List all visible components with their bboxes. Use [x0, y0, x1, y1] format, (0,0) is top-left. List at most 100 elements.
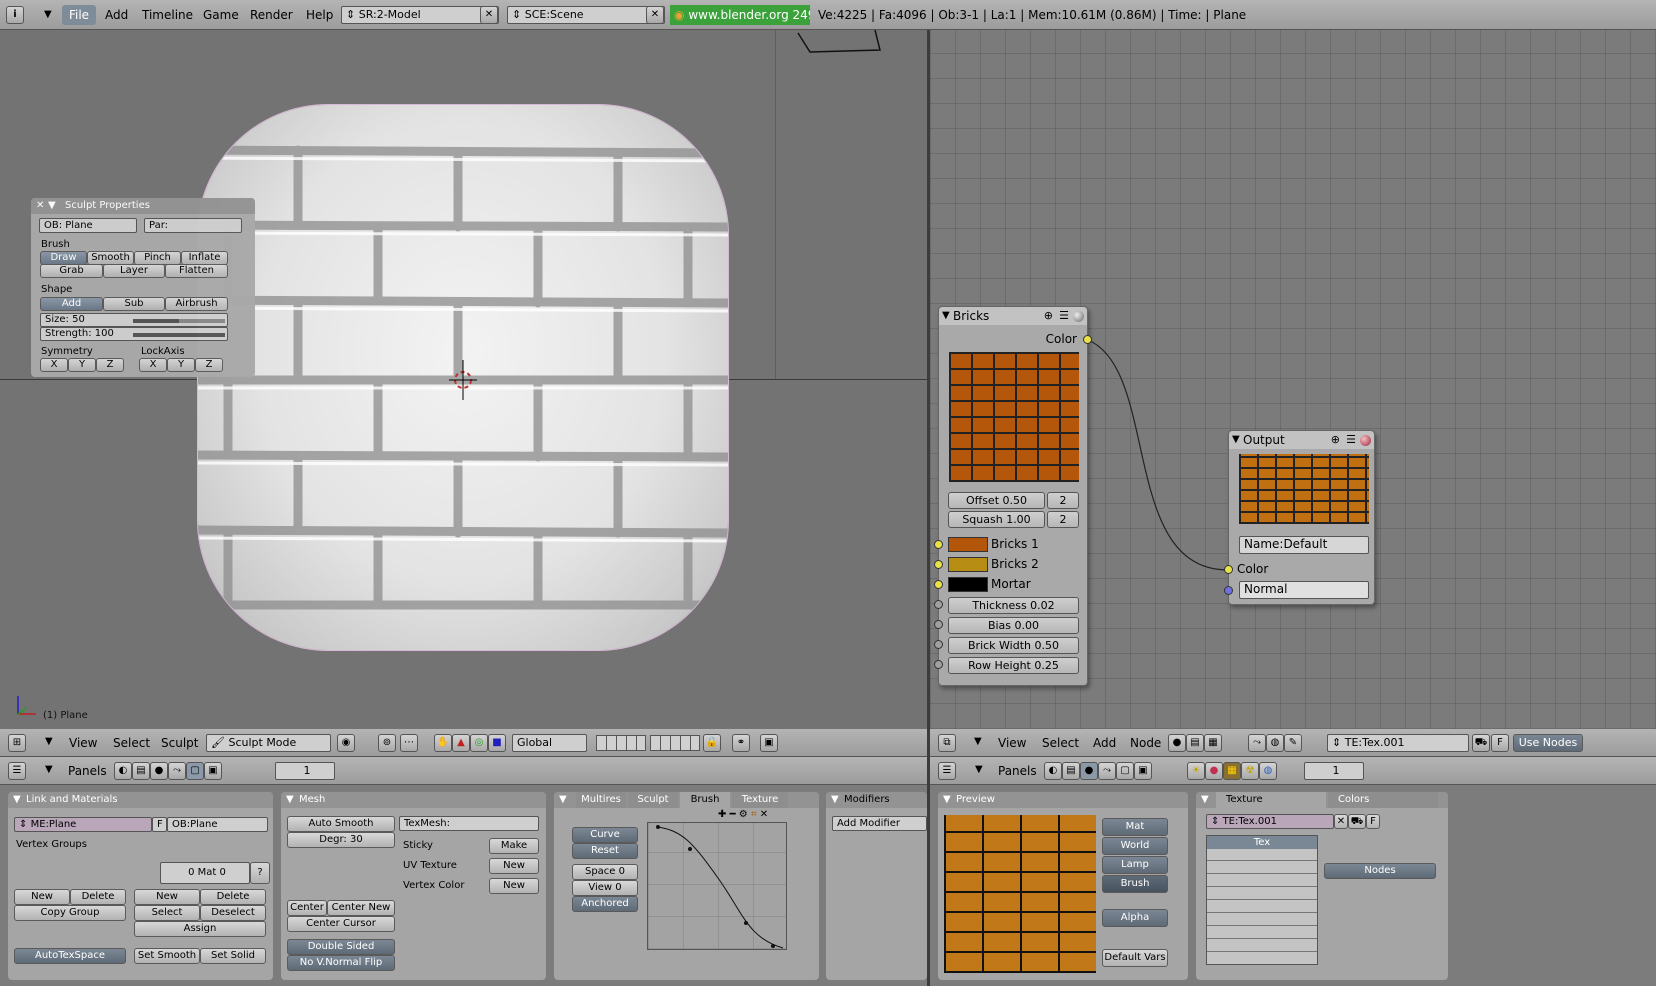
- frame-field[interactable]: 1: [275, 762, 335, 780]
- reset-button[interactable]: Reset: [572, 843, 638, 859]
- tool-icon[interactable]: ⚙: [739, 809, 748, 820]
- output-color-socket[interactable]: [1224, 565, 1233, 574]
- panels-menu[interactable]: Panels: [68, 757, 107, 785]
- object-icon[interactable]: ⤳: [168, 762, 186, 780]
- pivot-icon[interactable]: ⊚: [378, 734, 396, 752]
- scale-icon[interactable]: ■: [488, 734, 506, 752]
- center-cursor-button[interactable]: Center Cursor: [287, 916, 395, 932]
- fake-user-button[interactable]: ⛟: [1348, 814, 1366, 829]
- material-delete-button[interactable]: Delete: [200, 889, 266, 905]
- radiosity-icon[interactable]: ☢: [1241, 762, 1259, 780]
- tab-brush[interactable]: Brush: [680, 792, 730, 808]
- sphere-icon[interactable]: [1360, 435, 1371, 446]
- link-icon[interactable]: ⚭: [732, 734, 750, 752]
- brush-icon[interactable]: ✎: [1284, 734, 1302, 752]
- autotexspace-button[interactable]: AutoTexSpace: [14, 948, 126, 964]
- shape-add-button[interactable]: Add: [40, 297, 103, 311]
- mesh-panel-header[interactable]: ▼ Mesh: [281, 792, 546, 808]
- shading-icon[interactable]: ●: [150, 762, 168, 780]
- vgroup-new-button[interactable]: New: [14, 889, 70, 905]
- row-height-field[interactable]: Row Height 0.25: [948, 657, 1079, 674]
- brush-grab-button[interactable]: Grab: [40, 264, 103, 278]
- close-icon[interactable]: ✕: [36, 198, 44, 214]
- texture-channel-list[interactable]: Tex: [1206, 835, 1318, 965]
- collapse-icon[interactable]: ▼: [831, 792, 839, 808]
- mortar-color-swatch[interactable]: [948, 577, 988, 592]
- strength-slider[interactable]: Strength: 100: [40, 327, 228, 341]
- collapse-icon[interactable]: ▼: [559, 792, 567, 808]
- rotate-icon[interactable]: ◎: [470, 734, 488, 752]
- tab-texture[interactable]: Texture: [732, 792, 788, 808]
- shape-sub-button[interactable]: Sub: [103, 297, 165, 311]
- menu-add[interactable]: Add: [105, 0, 128, 30]
- mortar-socket[interactable]: [934, 580, 943, 589]
- collapse-icon[interactable]: ▼: [1201, 792, 1209, 808]
- bricks1-color-swatch[interactable]: [948, 537, 988, 552]
- zoom-out-icon[interactable]: ━: [730, 809, 736, 820]
- brick-width-socket[interactable]: [934, 640, 943, 649]
- composite-nodes-icon[interactable]: ▤: [1186, 734, 1204, 752]
- bricks-output-socket[interactable]: [1083, 335, 1092, 344]
- menu-view[interactable]: View: [998, 729, 1026, 757]
- modifiers-panel-header[interactable]: ▼ Modifiers: [826, 792, 927, 808]
- fake-user-icon[interactable]: ⛟: [1472, 734, 1490, 752]
- collapse-icon[interactable]: ▼: [1232, 431, 1240, 449]
- lamp-icon[interactable]: ☀: [1187, 762, 1205, 780]
- menu-add[interactable]: Add: [1093, 729, 1116, 757]
- set-smooth-button[interactable]: Set Smooth: [134, 948, 200, 964]
- node-editor-type-icon[interactable]: ⧉: [938, 734, 956, 752]
- tab-texture[interactable]: Texture: [1216, 792, 1326, 808]
- symmetry-z-button[interactable]: Z: [96, 358, 124, 372]
- preview-lamp-button[interactable]: Lamp: [1102, 856, 1168, 874]
- preview-mat-button[interactable]: Mat: [1102, 818, 1168, 836]
- output-node[interactable]: ▼ Output ⊕ ☰ Name:Default Color Normal: [1224, 430, 1375, 605]
- view-field[interactable]: View 0: [572, 880, 638, 896]
- menu-game[interactable]: Game: [203, 0, 239, 30]
- scene-icon[interactable]: ▣: [204, 762, 222, 780]
- menu-timeline[interactable]: Timeline: [142, 0, 193, 30]
- squash-field[interactable]: Squash 1.00: [948, 511, 1045, 528]
- lock-y-button[interactable]: Y: [167, 358, 195, 372]
- 3d-cursor-icon[interactable]: [449, 360, 477, 400]
- logic-icon[interactable]: ◐: [1044, 762, 1062, 780]
- material-assign-button[interactable]: Assign: [134, 921, 266, 937]
- chevron-down-icon[interactable]: ▼: [45, 736, 53, 747]
- tab-multires[interactable]: Multires: [576, 792, 626, 808]
- brush-layer-button[interactable]: Layer: [103, 264, 165, 278]
- size-slider[interactable]: Size: 50: [40, 313, 228, 327]
- hand-icon[interactable]: ✋: [434, 734, 452, 752]
- screen-selector[interactable]: ⇕ SR:2-Model: [341, 6, 499, 24]
- collapse-icon[interactable]: ▼: [943, 792, 951, 808]
- chevron-down-icon[interactable]: ▼: [45, 764, 53, 775]
- buttons-type-icon[interactable]: ☰: [938, 762, 956, 780]
- tab-sculpt[interactable]: Sculpt: [628, 792, 678, 808]
- tab-colors[interactable]: Colors: [1328, 792, 1438, 808]
- copy-group-button[interactable]: Copy Group: [14, 905, 126, 921]
- auto-smooth-button[interactable]: Auto Smooth: [287, 816, 395, 832]
- lock-z-button[interactable]: Z: [195, 358, 223, 372]
- thickness-field[interactable]: Thickness 0.02: [948, 597, 1079, 614]
- plus-icon[interactable]: ⊕: [1044, 307, 1053, 325]
- material-new-button[interactable]: New: [134, 889, 200, 905]
- panels-menu[interactable]: Panels: [998, 757, 1037, 785]
- sticky-make-button[interactable]: Make: [489, 838, 539, 854]
- render-icon[interactable]: ▣: [760, 734, 778, 752]
- vcol-new-button[interactable]: New: [489, 878, 539, 894]
- texmesh-field[interactable]: TexMesh:: [399, 816, 539, 831]
- frame-field[interactable]: 1: [1304, 762, 1364, 780]
- lock-icon[interactable]: 🔒: [703, 734, 721, 752]
- collapse-icon[interactable]: ▼: [13, 792, 21, 808]
- close-icon[interactable]: ✕: [646, 6, 664, 24]
- mesh-name-field[interactable]: ⇕ ME:Plane: [14, 817, 152, 832]
- set-solid-button[interactable]: Set Solid: [200, 948, 266, 964]
- bricks-node-header[interactable]: ▼ Bricks ⊕ ☰: [939, 307, 1087, 325]
- bricks1-socket[interactable]: [934, 540, 943, 549]
- mode-selector[interactable]: 🖌 Sculpt Mode: [206, 734, 331, 752]
- link-materials-header[interactable]: ▼ Link and Materials: [8, 792, 273, 808]
- space-field[interactable]: Space 0: [572, 864, 638, 880]
- menu-select[interactable]: Select: [113, 729, 150, 757]
- sphere-icon[interactable]: [1073, 311, 1084, 322]
- translate-icon[interactable]: ▲: [452, 734, 470, 752]
- center-new-button[interactable]: Center New: [327, 900, 395, 916]
- scene-selector[interactable]: ⇕ SCE:Scene: [507, 6, 665, 24]
